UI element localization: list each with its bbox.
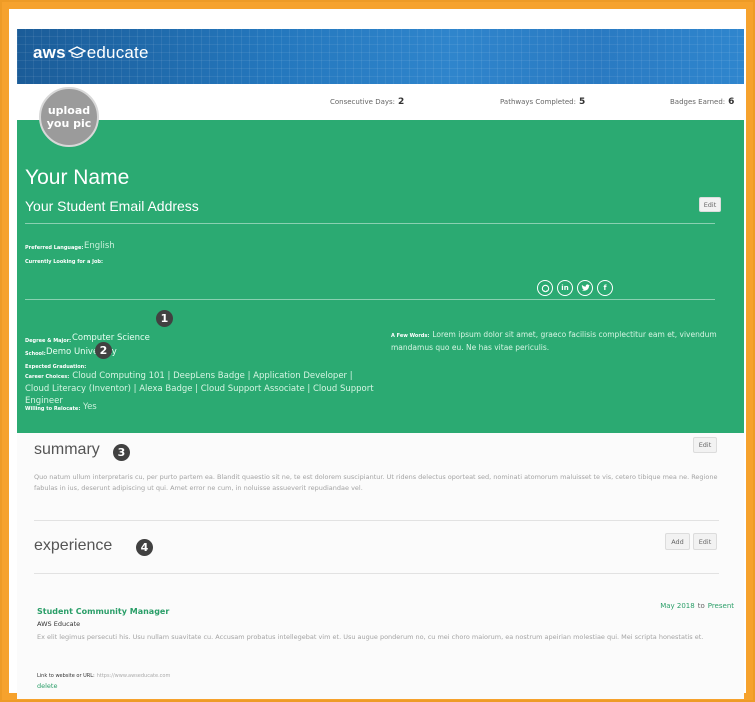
step-marker-1: 1	[156, 310, 173, 327]
degree-value: Computer Science	[72, 333, 150, 343]
job-link: Link to website or URL: https://www.awsed…	[37, 673, 170, 679]
experience-add-button[interactable]: Add	[665, 533, 690, 550]
summary-divider	[34, 520, 719, 521]
profile-edit-button[interactable]: Edit	[699, 197, 721, 212]
job-link-url[interactable]: https://www.awseducate.com	[97, 673, 171, 679]
stat-label: Badges Earned:	[670, 98, 726, 106]
career-label: Career Choices:	[25, 374, 70, 380]
looking-for-job-label: Currently Looking for a Job:	[25, 259, 103, 265]
social-links: in f	[537, 280, 613, 296]
profile-email: Your Student Email Address	[25, 198, 199, 214]
stat-label: Pathways Completed:	[500, 98, 576, 106]
stat-value: 6	[728, 97, 735, 107]
job-title: Student Community Manager	[37, 607, 170, 616]
career-value: Cloud Computing 101 | DeepLens Badge | A…	[25, 371, 374, 406]
summary-edit-button[interactable]: Edit	[693, 437, 717, 453]
preferred-language-value: English	[84, 241, 115, 251]
upload-avatar-button[interactable]: upload you pic	[39, 87, 99, 147]
aws-educate-header: aws educate	[17, 29, 744, 84]
logo-aws-text: aws	[33, 43, 66, 62]
job-delete-link[interactable]: delete	[37, 682, 57, 690]
relocate-label: Willing to Relocate:	[25, 406, 81, 412]
few-words-value: Lorem ipsum dolor sit amet, graeco facil…	[391, 330, 717, 352]
summary-title: summary	[34, 441, 100, 458]
job-date-start: May 2018	[660, 602, 695, 610]
job-link-label: Link to website or URL:	[37, 673, 95, 679]
avatar-label-line2: you pic	[46, 117, 92, 130]
job-date-end: Present	[707, 602, 734, 610]
job-date-sep: to	[697, 602, 705, 610]
relocate-value: Yes	[83, 402, 97, 412]
facebook-icon[interactable]: f	[597, 280, 613, 296]
job-description: Ex elit legimus persecuti his. Usu nulla…	[37, 633, 704, 641]
github-icon[interactable]	[537, 280, 553, 296]
stat-label: Consecutive Days:	[330, 98, 396, 106]
aws-educate-logo[interactable]: aws educate	[33, 43, 149, 63]
avatar-label-line1: upload	[47, 104, 91, 117]
few-words-label: A Few Words:	[391, 333, 430, 339]
profile-divider-mid	[25, 299, 715, 300]
profile-name: Your Name	[25, 166, 130, 189]
page: aws educate Consecutive Days: 2 Pathways …	[17, 29, 744, 699]
step-marker-4: 4	[136, 539, 153, 556]
step-marker-3: 3	[113, 444, 130, 461]
logo-educate-text: educate	[86, 43, 149, 62]
stats-bar: Consecutive Days: 2 Pathways Completed: 5 …	[17, 84, 744, 120]
stat-pathways-completed: Pathways Completed: 5	[500, 97, 585, 107]
experience-title: experience	[34, 537, 113, 554]
summary-text: Quo natum ullum interpretaris cu, per pu…	[34, 473, 718, 492]
experience-divider	[34, 573, 719, 574]
stat-badges-earned: Badges Earned: 6	[670, 97, 734, 107]
step-marker-2: 2	[95, 342, 112, 359]
stat-consecutive-days: Consecutive Days: 2	[330, 97, 404, 107]
twitter-icon[interactable]	[577, 280, 593, 296]
linkedin-icon[interactable]: in	[557, 280, 573, 296]
degree-label: Degree & Major:	[25, 338, 72, 344]
career-choices: Career Choices: Cloud Computing 101 | Dee…	[25, 370, 375, 407]
experience-edit-button[interactable]: Edit	[693, 533, 717, 550]
stat-value: 5	[578, 97, 586, 107]
profile-divider-top	[25, 223, 715, 224]
stat-value: 2	[398, 97, 405, 107]
graduation-cap-icon	[67, 46, 86, 60]
preferred-language-label: Preferred Language:	[25, 245, 84, 251]
job-dates: May 2018 to Present	[660, 602, 734, 610]
school-label: School:	[25, 351, 46, 357]
few-words: A Few Words: Lorem ipsum dolor sit amet, …	[391, 329, 731, 353]
profile-panel: Your Name Your Student Email Address Edi…	[17, 120, 744, 433]
job-company: AWS Educate	[37, 620, 81, 628]
